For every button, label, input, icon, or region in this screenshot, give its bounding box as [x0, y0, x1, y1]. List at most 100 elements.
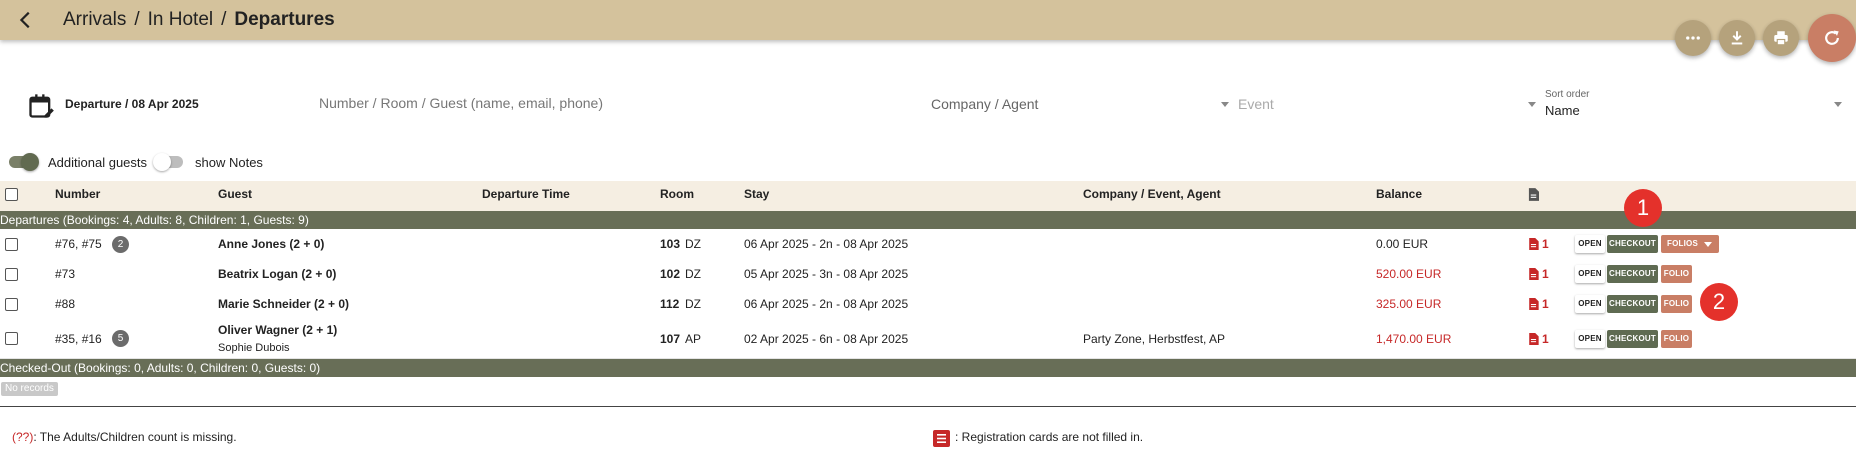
row-checkbox[interactable]: [5, 298, 18, 311]
folio-button[interactable]: FOLIO: [1661, 265, 1692, 283]
checkout-button[interactable]: CHECKOUT: [1607, 330, 1658, 348]
room-number: 102: [660, 267, 681, 281]
booking-number[interactable]: #35, #16: [55, 332, 102, 346]
checkout-button[interactable]: CHECKOUT: [1607, 295, 1658, 313]
booking-count-badge: 5: [112, 330, 129, 347]
breadcrumb-separator: /: [221, 9, 227, 30]
room-number: 103: [660, 237, 681, 251]
room-type: DZ: [685, 267, 701, 281]
footer-divider: [0, 406, 1856, 407]
table-header: [0, 181, 1856, 211]
column-guest[interactable]: Guest: [218, 187, 252, 201]
open-button[interactable]: OPEN: [1575, 265, 1605, 283]
registration-card-count[interactable]: 1: [1542, 267, 1549, 281]
registration-card-count[interactable]: 1: [1542, 332, 1549, 346]
room-type: DZ: [685, 297, 701, 311]
print-icon: [1774, 31, 1788, 46]
toggle-knob: [21, 153, 39, 171]
guest-name[interactable]: Oliver Wagner (2 + 1): [218, 323, 337, 337]
room-number: 112: [660, 297, 680, 311]
sort-order-select[interactable]: Name: [1545, 103, 1580, 118]
booking-number[interactable]: #76, #75: [55, 237, 102, 251]
additional-guests-toggle[interactable]: [9, 153, 39, 171]
row-checkbox[interactable]: [5, 268, 18, 281]
company-agent-select[interactable]: Company / Agent: [931, 96, 1038, 112]
annotation-marker-2: 2: [1700, 283, 1738, 321]
row-checkbox[interactable]: [5, 238, 18, 251]
search-input[interactable]: [317, 94, 901, 112]
select-all-checkbox[interactable]: [5, 188, 18, 201]
stay-dates: 05 Apr 2025 - 3n - 08 Apr 2025: [744, 267, 909, 281]
column-room[interactable]: Room: [660, 187, 694, 201]
registration-card-icon: [1529, 238, 1539, 250]
more-button[interactable]: [1675, 20, 1711, 56]
booking-number[interactable]: #73: [55, 267, 75, 281]
departures-group-header: Departures (Bookings: 4, Adults: 8, Chil…: [0, 211, 1856, 229]
guest-name[interactable]: Anne Jones (2 + 0): [218, 237, 324, 251]
open-button[interactable]: OPEN: [1575, 295, 1605, 313]
breadcrumb: Arrivals / In Hotel / Departures: [63, 9, 335, 31]
download-button[interactable]: [1719, 20, 1755, 56]
open-button[interactable]: OPEN: [1575, 330, 1605, 348]
registration-card-count[interactable]: 1: [1542, 297, 1549, 311]
guest-name[interactable]: Beatrix Logan (2 + 0): [218, 267, 336, 281]
balance-amount: 325.00 EUR: [1376, 297, 1442, 311]
download-icon: [1731, 31, 1743, 45]
open-button[interactable]: OPEN: [1575, 235, 1605, 253]
missing-count-text: : The Adults/Children count is missing.: [33, 430, 237, 444]
booking-count-badge: 2: [112, 236, 129, 253]
chevron-down-icon[interactable]: [1528, 102, 1536, 107]
back-button[interactable]: [12, 6, 40, 34]
breadcrumb-separator: /: [134, 9, 140, 30]
column-company[interactable]: Company / Event, Agent: [1083, 187, 1221, 201]
room-type: AP: [685, 332, 702, 346]
calendar-edit-icon[interactable]: [27, 92, 55, 125]
folio-button[interactable]: FOLIO: [1661, 295, 1692, 313]
stay-dates: 06 Apr 2025 - 2n - 08 Apr 2025: [744, 297, 909, 311]
refresh-button[interactable]: [1808, 14, 1856, 62]
column-number[interactable]: Number: [55, 187, 100, 201]
registration-card-icon: [1529, 298, 1539, 310]
folios-label: FOLIOS: [1667, 239, 1698, 248]
registration-card-legend-icon: [933, 430, 950, 447]
event-select[interactable]: Event: [1238, 96, 1274, 112]
column-balance[interactable]: Balance: [1376, 187, 1422, 201]
departure-date-selector[interactable]: Departure / 08 Apr 2025: [65, 97, 199, 111]
additional-guests-label: Additional guests: [48, 155, 148, 170]
breadcrumb-in-hotel[interactable]: In Hotel: [148, 9, 213, 30]
column-stay[interactable]: Stay: [744, 187, 769, 201]
checkout-button[interactable]: CHECKOUT: [1607, 265, 1658, 283]
chevron-down-icon[interactable]: [1704, 242, 1712, 247]
registration-card-icon: [1529, 268, 1539, 280]
checked-out-group-label: Checked-Out (Bookings: 0, Adults: 0, Chi…: [0, 361, 321, 375]
registration-card-icon: [1529, 333, 1539, 345]
additional-guest-name[interactable]: Sophie Dubois: [218, 342, 290, 354]
refresh-icon: [1825, 30, 1839, 45]
booking-number[interactable]: #88: [55, 297, 75, 311]
breadcrumb-arrivals[interactable]: Arrivals: [63, 9, 126, 30]
row-checkbox[interactable]: [5, 332, 18, 345]
annotation-marker-1: 1: [1624, 189, 1662, 227]
balance-amount: 0.00 EUR: [1376, 237, 1429, 251]
folio-button[interactable]: FOLIO: [1661, 330, 1692, 348]
room-type: DZ: [685, 237, 701, 251]
balance-amount: 1,470.00 EUR: [1376, 332, 1452, 346]
print-button[interactable]: [1763, 20, 1799, 56]
missing-count-code: (??): [12, 430, 34, 444]
column-departure-time[interactable]: Departure Time: [482, 187, 570, 201]
chevron-down-icon[interactable]: [1834, 102, 1842, 107]
breadcrumb-departures: Departures: [234, 9, 335, 30]
legend-missing-count: (??): The Adults/Children count is missi…: [12, 430, 237, 444]
toggle-knob: [153, 153, 171, 171]
chevron-down-icon[interactable]: [1221, 102, 1229, 107]
show-notes-toggle[interactable]: [153, 153, 183, 171]
balance-amount: 520.00 EUR: [1376, 267, 1442, 281]
show-notes-label: show Notes: [195, 155, 263, 170]
sort-order-label: Sort order: [1545, 89, 1590, 100]
registration-card-count[interactable]: 1: [1542, 237, 1549, 251]
document-icon: [1528, 188, 1539, 206]
guest-name[interactable]: Marie Schneider (2 + 0): [218, 297, 349, 311]
departures-group-label: Departures (Bookings: 4, Adults: 8, Chil…: [0, 213, 309, 227]
checkout-button[interactable]: CHECKOUT: [1607, 235, 1658, 253]
stay-dates: 02 Apr 2025 - 6n - 08 Apr 2025: [744, 332, 909, 346]
